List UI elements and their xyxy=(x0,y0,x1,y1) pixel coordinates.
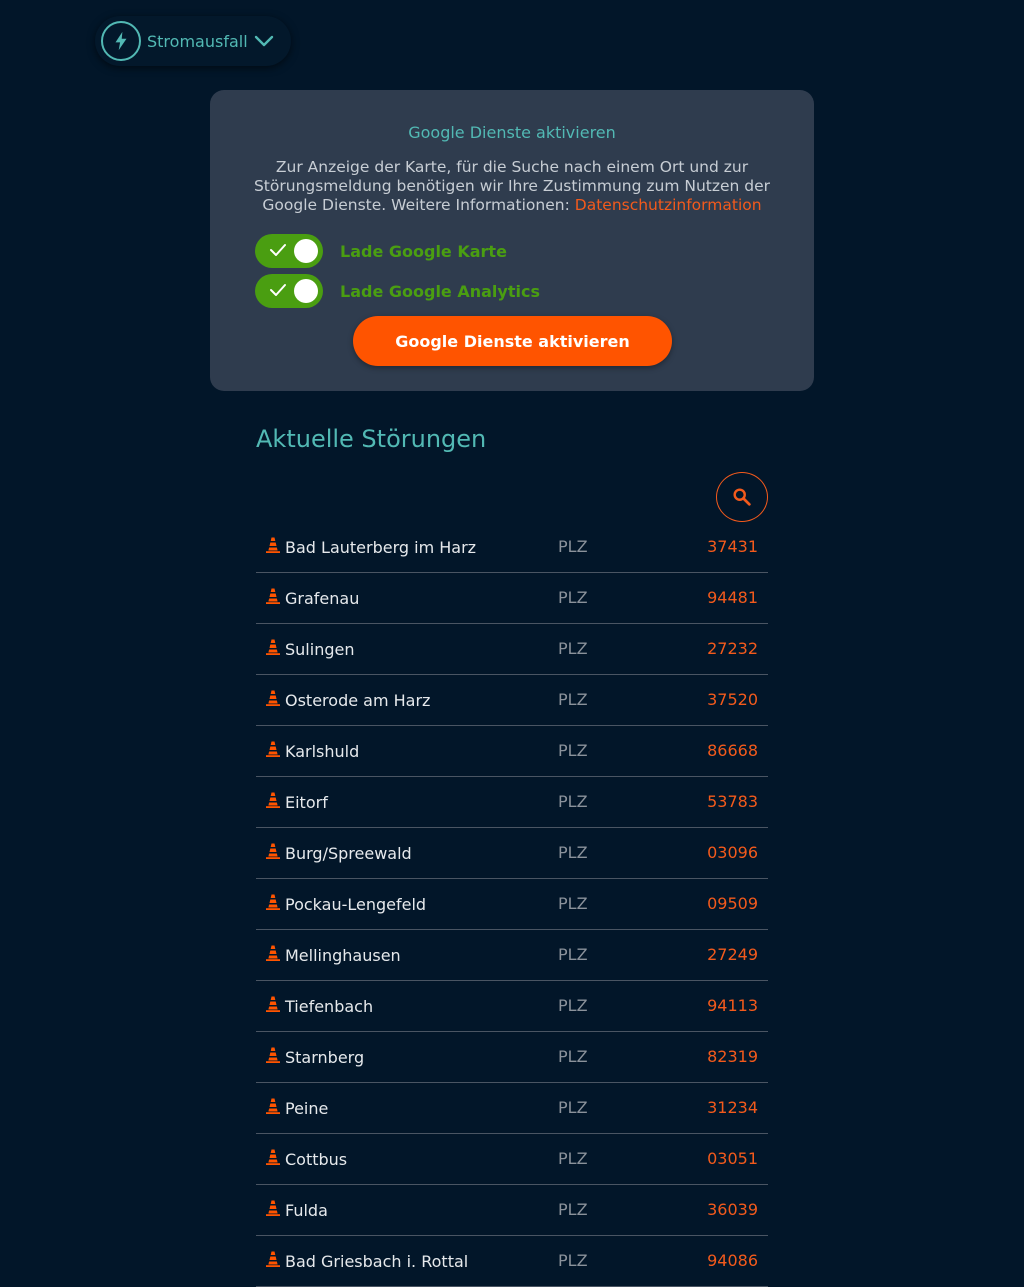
traffic-cone-icon xyxy=(266,1251,280,1267)
plz-label: PLZ xyxy=(558,843,588,862)
plz-label: PLZ xyxy=(558,894,588,913)
plz-label: PLZ xyxy=(558,1047,588,1066)
outage-plz: 36039 xyxy=(707,1200,758,1219)
toggle-row-google-analytics: Lade Google Analytics xyxy=(255,274,540,308)
traffic-cone-icon xyxy=(266,894,280,910)
outage-plz: 94113 xyxy=(707,996,758,1015)
outage-row[interactable]: Pockau-Lengefeld PLZ 09509 xyxy=(256,879,768,930)
outage-city: Cottbus xyxy=(285,1150,348,1169)
traffic-cone-icon xyxy=(266,843,280,859)
traffic-cone-icon xyxy=(266,1047,280,1063)
outage-city: Grafenau xyxy=(285,589,360,608)
consent-text: Zur Anzeige der Karte, für die Suche nac… xyxy=(234,158,790,215)
outage-plz: 53783 xyxy=(707,792,758,811)
outage-city: Pockau-Lengefeld xyxy=(285,895,427,914)
google-analytics-toggle[interactable] xyxy=(255,274,323,308)
outage-row[interactable]: Burg/Spreewald PLZ 03096 xyxy=(256,828,768,879)
outage-plz: 94481 xyxy=(707,588,758,607)
check-icon xyxy=(270,244,286,256)
search-icon xyxy=(733,488,751,506)
outage-city: Starnberg xyxy=(285,1048,365,1067)
outage-plz: 03051 xyxy=(707,1149,758,1168)
outage-city: Tiefenbach xyxy=(285,997,374,1016)
category-label: Stromausfall xyxy=(147,31,248,51)
outage-city: Burg/Spreewald xyxy=(285,844,412,863)
outage-plz: 09509 xyxy=(707,894,758,913)
outage-row[interactable]: Bad Lauterberg im Harz PLZ 37431 xyxy=(256,522,768,573)
plz-label: PLZ xyxy=(558,1200,588,1219)
traffic-cone-icon xyxy=(266,792,280,808)
outage-city: Fulda xyxy=(285,1201,328,1220)
outage-city: Eitorf xyxy=(285,793,328,812)
outage-row[interactable]: Starnberg PLZ 82319 xyxy=(256,1032,768,1083)
plz-label: PLZ xyxy=(558,690,588,709)
outage-row[interactable]: Grafenau PLZ 94481 xyxy=(256,573,768,624)
traffic-cone-icon xyxy=(266,639,280,655)
lightning-bolt-icon xyxy=(101,21,141,61)
plz-label: PLZ xyxy=(558,945,588,964)
plz-label: PLZ xyxy=(558,1251,588,1270)
outage-plz: 94086 xyxy=(707,1251,758,1270)
plz-label: PLZ xyxy=(558,1098,588,1117)
toggle-knob xyxy=(294,239,318,263)
outage-plz: 82319 xyxy=(707,1047,758,1066)
traffic-cone-icon xyxy=(266,996,280,1012)
outage-city: Mellinghausen xyxy=(285,946,401,965)
search-button[interactable] xyxy=(716,472,768,522)
outage-row[interactable]: Tiefenbach PLZ 94113 xyxy=(256,981,768,1032)
outage-city: Osterode am Harz xyxy=(285,691,431,710)
toggle-knob xyxy=(294,279,318,303)
outage-city: Bad Lauterberg im Harz xyxy=(285,538,477,557)
outage-plz: 27249 xyxy=(707,945,758,964)
traffic-cone-icon xyxy=(266,588,280,604)
outage-plz: 86668 xyxy=(707,741,758,760)
category-selector[interactable]: Stromausfall xyxy=(95,16,291,66)
chevron-down-icon xyxy=(254,35,274,47)
outage-row[interactable]: Fulda PLZ 36039 xyxy=(256,1185,768,1236)
toggle-row-google-map: Lade Google Karte xyxy=(255,234,507,268)
check-icon xyxy=(270,284,286,296)
plz-label: PLZ xyxy=(558,1149,588,1168)
outage-plz: 27232 xyxy=(707,639,758,658)
google-consent-card: Google Dienste aktivieren Zur Anzeige de… xyxy=(210,90,814,391)
outage-list: Bad Lauterberg im Harz PLZ 37431 Grafena… xyxy=(256,522,768,1287)
outage-row[interactable]: Peine PLZ 31234 xyxy=(256,1083,768,1134)
outage-plz: 37520 xyxy=(707,690,758,709)
traffic-cone-icon xyxy=(266,690,280,706)
consent-title: Google Dienste aktivieren xyxy=(408,123,616,142)
plz-label: PLZ xyxy=(558,792,588,811)
outage-row[interactable]: Eitorf PLZ 53783 xyxy=(256,777,768,828)
plz-label: PLZ xyxy=(558,639,588,658)
traffic-cone-icon xyxy=(266,945,280,961)
outage-plz: 03096 xyxy=(707,843,758,862)
outage-city: Sulingen xyxy=(285,640,355,659)
outage-city: Bad Griesbach i. Rottal xyxy=(285,1252,469,1271)
activate-google-services-button[interactable]: Google Dienste aktivieren xyxy=(353,316,672,366)
outage-plz: 37431 xyxy=(707,537,758,556)
outage-city: Peine xyxy=(285,1099,329,1118)
traffic-cone-icon xyxy=(266,741,280,757)
traffic-cone-icon xyxy=(266,1098,280,1114)
plz-label: PLZ xyxy=(558,588,588,607)
google-analytics-toggle-label: Lade Google Analytics xyxy=(340,281,540,301)
traffic-cone-icon xyxy=(266,1200,280,1216)
plz-label: PLZ xyxy=(558,537,588,556)
google-map-toggle[interactable] xyxy=(255,234,323,268)
plz-label: PLZ xyxy=(558,741,588,760)
traffic-cone-icon xyxy=(266,537,280,553)
outage-row[interactable]: Cottbus PLZ 03051 xyxy=(256,1134,768,1185)
outage-row[interactable]: Bad Griesbach i. Rottal PLZ 94086 xyxy=(256,1236,768,1287)
outage-city: Karlshuld xyxy=(285,742,360,761)
outage-plz: 31234 xyxy=(707,1098,758,1117)
outage-row[interactable]: Sulingen PLZ 27232 xyxy=(256,624,768,675)
privacy-info-link[interactable]: Datenschutzinformation xyxy=(575,196,762,214)
plz-label: PLZ xyxy=(558,996,588,1015)
outage-row[interactable]: Osterode am Harz PLZ 37520 xyxy=(256,675,768,726)
outage-row[interactable]: Karlshuld PLZ 86668 xyxy=(256,726,768,777)
google-map-toggle-label: Lade Google Karte xyxy=(340,241,507,261)
outages-title: Aktuelle Störungen xyxy=(256,425,487,453)
traffic-cone-icon xyxy=(266,1149,280,1165)
outage-row[interactable]: Mellinghausen PLZ 27249 xyxy=(256,930,768,981)
